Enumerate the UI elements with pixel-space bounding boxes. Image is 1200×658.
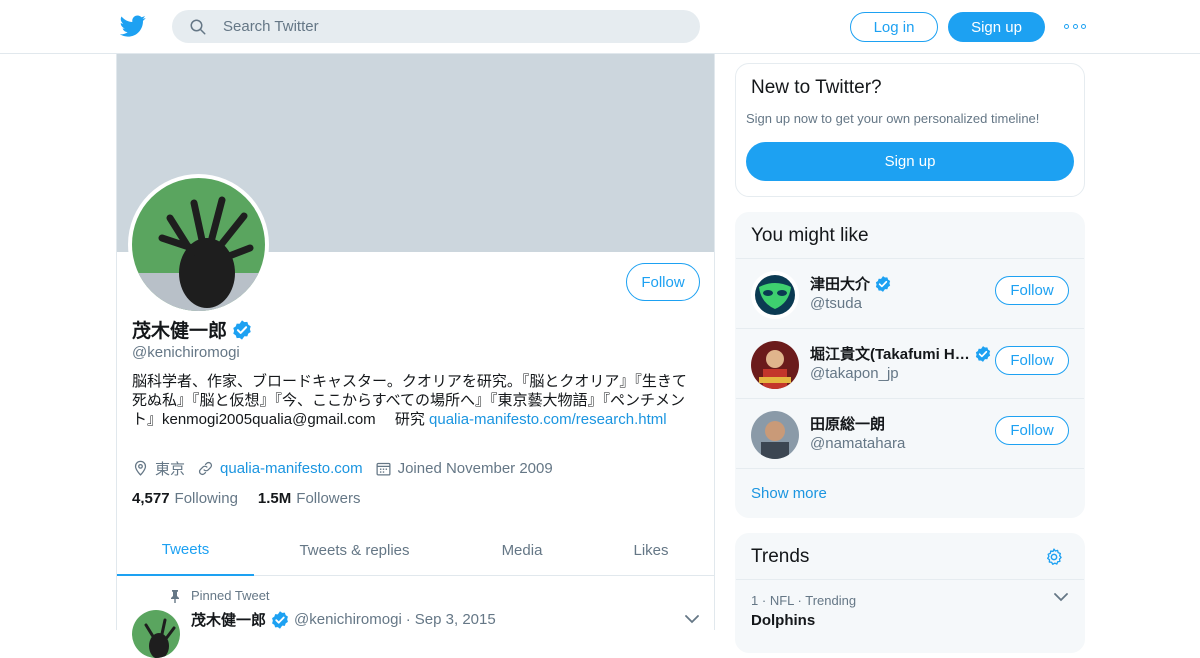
tweet-author-name[interactable]: 茂木健一郎 [191, 609, 266, 630]
signup-button[interactable]: Sign up [948, 12, 1045, 42]
verified-badge-icon [272, 610, 288, 629]
avatar-image [132, 178, 265, 311]
joined-text: Joined November 2009 [397, 460, 553, 477]
login-button[interactable]: Log in [850, 12, 938, 42]
you-might-like-card: You might like 津田大介 @tsuda Follow 堀江貴文(T… [735, 212, 1085, 518]
search-box [172, 10, 700, 43]
more-dots-icon[interactable] [1064, 18, 1086, 34]
profile-website: qualia-manifesto.com [197, 460, 363, 477]
suggestion-avatar [751, 271, 799, 319]
tweet-separator: · [405, 611, 411, 628]
follow-button[interactable]: Follow [995, 346, 1069, 375]
verified-badge-icon [875, 275, 891, 292]
trend-status: Trending [805, 593, 857, 608]
profile-handle: @kenichiromogi [132, 344, 240, 361]
trend-separator: · [761, 593, 770, 608]
tab-likes[interactable]: Likes [612, 524, 690, 576]
follow-button[interactable]: Follow [995, 276, 1069, 305]
search-icon [190, 19, 206, 34]
bio-link[interactable]: qualia-manifesto.com/research.html [429, 411, 667, 428]
profile-column: Follow 茂木健一郎 @kenichiromogi 脳科学者、作家、ブロード… [116, 54, 715, 658]
suggestion-item[interactable]: 堀江貴文(Takafumi Horie) @takapon_jp Follow [736, 328, 1084, 398]
trend-category: NFL [769, 593, 794, 608]
followers-label: Followers [296, 490, 361, 507]
trend-rank: 1 [751, 593, 759, 608]
tab-tweets-replies[interactable]: Tweets & replies [277, 524, 432, 576]
tweet-avatar[interactable] [132, 610, 180, 658]
pinned-indicator: Pinned Tweet [169, 588, 270, 603]
twitter-bird-icon[interactable] [120, 13, 146, 39]
show-more-link[interactable]: Show more [736, 468, 1084, 518]
chevron-down-icon[interactable] [1054, 592, 1068, 602]
tab-media[interactable]: Media [477, 524, 567, 576]
trend-context: 1 · NFL · Trending [751, 593, 856, 608]
tab-tweets[interactable]: Tweets [117, 524, 254, 576]
following-count: 4,577 [132, 490, 170, 507]
suggestion-avatar [751, 411, 799, 459]
calendar-icon [376, 462, 391, 476]
profile-avatar[interactable] [128, 174, 269, 315]
location-pin-icon [134, 460, 147, 476]
suggestion-item[interactable]: 田原総一朗 @namatahara Follow [736, 398, 1084, 468]
follow-button[interactable]: Follow [626, 263, 700, 301]
trend-name: Dolphins [751, 612, 816, 629]
link-icon [198, 461, 213, 476]
tweet-author-handle: @kenichiromogi [294, 611, 402, 628]
profile-stats: 4,577 Following 1.5M Followers [132, 490, 380, 507]
suggestion-handle: @takapon_jp [810, 365, 899, 382]
followers-stat[interactable]: 1.5M Followers [258, 490, 381, 507]
trends-card: Trends 1 · NFL · Trending Dolphins [735, 533, 1085, 653]
verified-badge-icon [975, 345, 991, 362]
card-subtitle: Sign up now to get your own personalized… [746, 111, 1040, 126]
profile-meta: 東京 qualia-manifesto.com Joined November … [132, 458, 565, 479]
card-title: You might like [751, 225, 869, 246]
suggestion-name: 堀江貴文(Takafumi Horie) [810, 346, 970, 363]
profile-bio: 脳科学者、作家、ブロードキャスター。クオリアを研究。『脳とクオリア』『生きて死ぬ… [132, 372, 697, 429]
profile-location: 東京 [132, 458, 185, 479]
suggestion-handle: @tsuda [810, 295, 862, 312]
suggestion-name: 田原総一朗 [810, 416, 886, 433]
following-stat[interactable]: 4,577 Following [132, 490, 258, 507]
gear-icon[interactable] [1044, 547, 1064, 567]
pinned-label: Pinned Tweet [191, 588, 270, 603]
followers-count: 1.5M [257, 490, 292, 507]
profile-joined: Joined November 2009 [375, 460, 553, 477]
chevron-down-icon[interactable] [685, 614, 699, 624]
card-title: New to Twitter? [751, 77, 882, 98]
profile-name-row: 茂木健一郎 [132, 316, 253, 343]
pin-icon [171, 589, 179, 603]
new-to-twitter-card: New to Twitter? Sign up now to get your … [735, 63, 1085, 197]
suggestion-avatar [751, 341, 799, 389]
website-link[interactable]: qualia-manifesto.com [220, 460, 363, 477]
suggestion-item[interactable]: 津田大介 @tsuda Follow [736, 258, 1084, 328]
trend-item[interactable]: 1 · NFL · Trending Dolphins [736, 579, 1084, 649]
signup-button-large[interactable]: Sign up [746, 142, 1074, 181]
profile-tabs: Tweets Tweets & replies Media Likes [117, 524, 714, 576]
follow-button[interactable]: Follow [995, 416, 1069, 445]
card-title: Trends [751, 546, 810, 567]
suggestion-name: 津田大介 [810, 276, 871, 293]
suggestion-handle: @namatahara [810, 435, 906, 452]
profile-name: 茂木健一郎 [132, 321, 228, 342]
following-label: Following [174, 490, 238, 507]
tweet-date[interactable]: Sep 3, 2015 [415, 611, 496, 628]
tweet-header: 茂木健一郎 @kenichiromogi · Sep 3, 2015 [191, 609, 496, 630]
top-navigation: Log in Sign up [0, 0, 1200, 54]
location-text: 東京 [155, 461, 186, 478]
search-input[interactable] [223, 18, 683, 35]
verified-badge-icon [233, 319, 251, 340]
